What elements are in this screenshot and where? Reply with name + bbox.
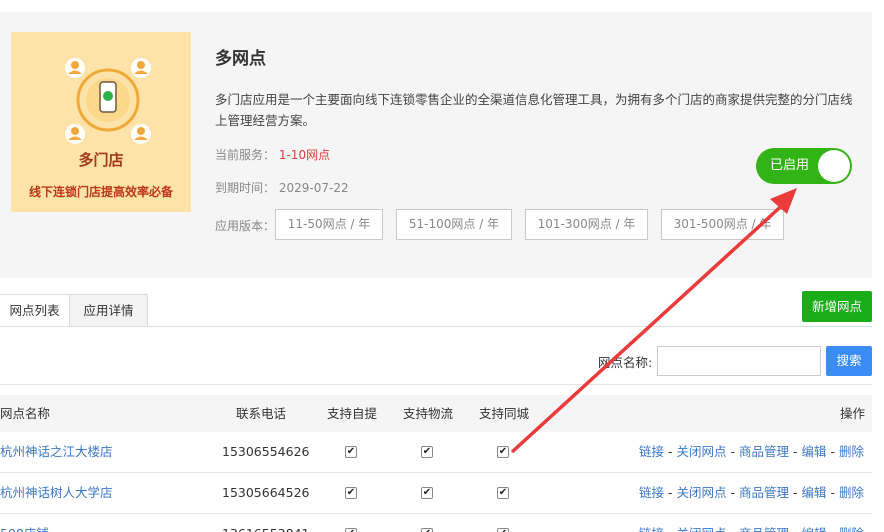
link-action[interactable]: 链接	[639, 444, 664, 459]
action-separator: -	[726, 485, 740, 500]
current-service: 当前服务： 1-10网点	[215, 146, 330, 163]
logistics-checkbox[interactable]: ✔	[421, 446, 433, 458]
action-separator: -	[664, 444, 677, 459]
close-outlet-action[interactable]: 关闭网点	[677, 526, 727, 532]
version-option-101-300[interactable]: 101-300网点 / 年	[525, 209, 648, 240]
outlet-name-link[interactable]: 杭州神话树人大学店	[0, 473, 113, 513]
logistics-checkbox[interactable]: ✔	[421, 528, 433, 532]
outlet-name-link[interactable]: 598店铺	[0, 514, 49, 532]
action-separator: -	[826, 444, 839, 459]
edit-action[interactable]: 编辑	[802, 526, 827, 532]
enable-toggle[interactable]: 已启用	[756, 148, 852, 184]
row-actions: 链接 - 关闭网点 - 商品管理 - 编辑 - 删除	[639, 514, 864, 532]
tab-outlet-list[interactable]: 网点列表	[0, 294, 70, 327]
header-actions: 操作	[840, 406, 866, 421]
app-title: 多网点	[215, 49, 266, 69]
action-separator: -	[664, 485, 677, 500]
table-row: 598店铺 13616553841 ✔ ✔ ✔ 链接 - 关闭网点 - 商品管理 - 编辑…	[0, 514, 872, 532]
pickup-checkbox[interactable]: ✔	[345, 487, 357, 499]
close-outlet-action[interactable]: 关闭网点	[677, 485, 727, 500]
toggle-knob	[818, 150, 850, 182]
page: 多门店 线下连锁门店提高效率必备 多网点 多门店应用是一个主要面向线下连锁零售企…	[0, 0, 884, 532]
toggle-label: 已启用	[770, 158, 810, 173]
product-management-action[interactable]: 商品管理	[739, 444, 789, 459]
expire-value: 2029-07-22	[278, 181, 349, 195]
current-service-label: 当前服务：	[215, 148, 276, 162]
header-logistics: 支持物流	[403, 406, 454, 421]
action-separator: -	[827, 526, 839, 532]
edit-action[interactable]: 编辑	[802, 485, 827, 500]
header-phone: 联系电话	[236, 406, 287, 421]
header-pickup: 支持自提	[327, 406, 378, 421]
search-input[interactable]	[657, 346, 821, 376]
action-separator: -	[789, 444, 802, 459]
table-header: 网点名称 联系电话 支持自提 支持物流 支持同城 操作	[0, 395, 872, 432]
logistics-checkbox[interactable]: ✔	[421, 487, 433, 499]
app-info-panel: 多门店 线下连锁门店提高效率必备 多网点 多门店应用是一个主要面向线下连锁零售企…	[0, 12, 872, 278]
banner-name: 多门店	[78, 151, 124, 169]
tabs-divider	[0, 326, 872, 327]
header-outlet-name: 网点名称	[0, 406, 51, 421]
pickup-checkbox[interactable]: ✔	[345, 446, 357, 458]
local-checkbox[interactable]: ✔	[497, 446, 509, 458]
table-row: 杭州神话树人大学店 15305664526 ✔ ✔ ✔ 链接 - 关闭网点 - 商品管理 …	[0, 473, 872, 514]
version-label: 应用版本：	[215, 219, 276, 233]
table-row: 杭州神话之江大楼店 15306554626 ✔ ✔ ✔ 链接 - 关闭网点 - 商品管理 …	[0, 432, 872, 473]
tab-app-details[interactable]: 应用详情	[70, 294, 148, 327]
local-checkbox[interactable]: ✔	[497, 487, 509, 499]
outlet-phone: 15306554626	[222, 444, 310, 459]
store-network-icon	[65, 58, 151, 144]
action-separator: -	[789, 485, 802, 500]
version-option-11-50[interactable]: 11-50网点 / 年	[275, 209, 383, 240]
delete-action[interactable]: 删除	[839, 444, 864, 459]
expire-label: 到期时间：	[215, 181, 276, 195]
delete-action[interactable]: 删除	[839, 485, 864, 500]
product-management-action[interactable]: 商品管理	[739, 485, 789, 500]
outlet-phone: 13616553841	[222, 514, 309, 532]
link-action[interactable]: 链接	[639, 485, 664, 500]
outlet-name-link[interactable]: 杭州神话之江大楼店	[0, 432, 113, 472]
search-divider	[0, 384, 872, 385]
pickup-checkbox[interactable]: ✔	[345, 528, 357, 532]
action-separator: -	[664, 526, 676, 532]
delete-action[interactable]: 删除	[839, 526, 864, 532]
app-banner: 多门店 线下连锁门店提高效率必备	[11, 32, 191, 212]
row-actions: 链接 - 关闭网点 - 商品管理 - 编辑 - 删除	[639, 432, 864, 472]
expire-date: 到期时间： 2029-07-22	[215, 179, 349, 196]
action-separator: -	[826, 485, 839, 500]
action-separator: -	[727, 526, 739, 532]
add-outlet-button[interactable]: 新增网点	[802, 291, 872, 322]
row-actions: 链接 - 关闭网点 - 商品管理 - 编辑 - 删除	[639, 473, 864, 513]
link-action[interactable]: 链接	[639, 526, 664, 532]
action-separator: -	[726, 444, 740, 459]
product-management-action[interactable]: 商品管理	[739, 526, 789, 532]
outlet-phone: 15305664526	[222, 485, 310, 500]
edit-action[interactable]: 编辑	[802, 444, 827, 459]
local-checkbox[interactable]: ✔	[497, 528, 509, 532]
version-option-301-500[interactable]: 301-500网点 / 年	[661, 209, 784, 240]
close-outlet-action[interactable]: 关闭网点	[677, 444, 727, 459]
app-description: 多门店应用是一个主要面向线下连锁零售企业的全渠道信息化管理工具，为拥有多个门店的…	[215, 92, 853, 128]
version-option-51-100[interactable]: 51-100网点 / 年	[396, 209, 512, 240]
search-button[interactable]: 搜索	[826, 346, 872, 376]
header-local-delivery: 支持同城	[479, 406, 530, 421]
banner-slogan: 线下连锁门店提高效率必备	[28, 185, 173, 199]
current-service-value: 1-10网点	[278, 148, 331, 162]
search-label: 网点名称:	[598, 355, 653, 370]
action-separator: -	[789, 526, 801, 532]
